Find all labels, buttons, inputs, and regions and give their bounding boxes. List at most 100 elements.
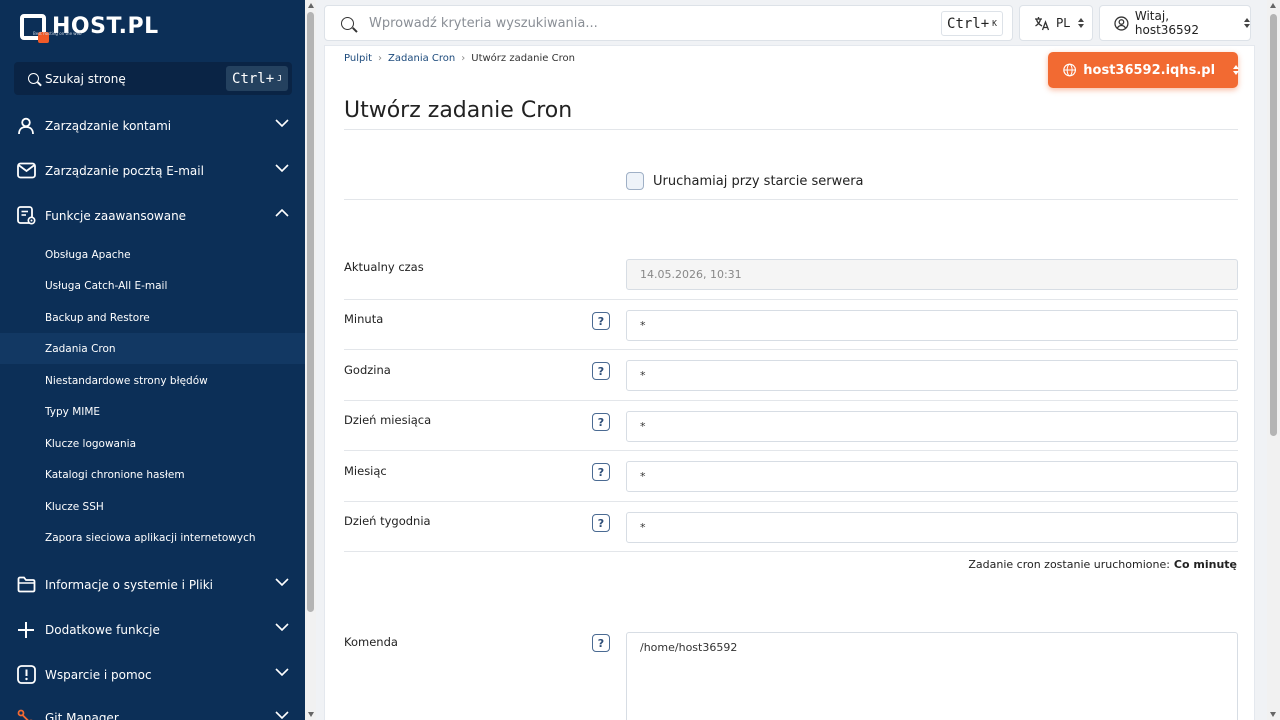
sidebar-item-catch-all[interactable]: Usługa Catch-All E-mail <box>0 270 305 301</box>
hour-help-icon[interactable]: ? <box>592 362 610 380</box>
scroll-up-arrow-icon[interactable] <box>308 3 314 8</box>
sidebar-section-git[interactable]: Git Manager <box>0 695 305 720</box>
divider <box>344 349 1238 350</box>
month-input[interactable] <box>626 461 1238 492</box>
cron-run-info-value: Co minutę <box>1173 558 1237 571</box>
day-of-month-input[interactable] <box>626 411 1238 442</box>
chevron-right-icon: › <box>378 53 383 64</box>
global-search-input[interactable] <box>369 15 909 31</box>
chevron-down-icon <box>275 623 289 631</box>
git-icon <box>16 708 36 720</box>
advanced-settings-icon <box>16 206 36 226</box>
sidebar-section-extra[interactable]: Dodatkowe funkcje <box>0 607 305 652</box>
language-selector[interactable]: PL <box>1019 5 1093 41</box>
scroll-down-arrow-icon[interactable] <box>1270 712 1276 717</box>
breadcrumb-link-cron[interactable]: Zadania Cron <box>388 53 455 64</box>
sidebar-item-waf[interactable]: Zapora sieciowa aplikacji internetowych <box>0 522 305 553</box>
user-greeting: Witaj, host36592 <box>1134 9 1199 37</box>
chevron-up-icon <box>275 209 289 217</box>
sidebar-section-system-files[interactable]: Informacje o systemie i Pliki <box>0 562 305 607</box>
sidebar-section-accounts[interactable]: Zarządzanie kontami <box>0 103 305 148</box>
command-input[interactable]: /home/host36592 <box>626 632 1238 720</box>
sidebar-item-backup[interactable]: Backup and Restore <box>0 302 305 333</box>
month-help-icon[interactable]: ? <box>592 463 610 481</box>
current-time-field <box>626 259 1238 290</box>
sidebar-section-email[interactable]: Zarządzanie pocztą E-mail <box>0 148 305 193</box>
sidebar-search[interactable]: Szukaj stronę Ctrl+ J <box>14 62 292 95</box>
sidebar-item-mime[interactable]: Typy MIME <box>0 396 305 427</box>
search-icon <box>28 73 39 84</box>
startup-checkbox[interactable] <box>626 172 644 190</box>
startup-checkbox-label: Uruchamiaj przy starcie serwera <box>653 173 864 189</box>
day-of-week-input[interactable] <box>626 512 1238 543</box>
plus-icon <box>16 620 36 640</box>
month-label: Miesiąc <box>344 464 387 478</box>
sidebar-section-label: Zarządzanie kontami <box>45 118 172 133</box>
global-search[interactable]: Ctrl+K <box>324 5 1013 41</box>
minute-label: Minuta <box>344 312 384 326</box>
globe-icon <box>1063 63 1077 77</box>
divider <box>344 400 1238 401</box>
sidebar-search-shortcut: Ctrl+ J <box>226 66 288 91</box>
chevron-down-icon <box>275 119 289 127</box>
sidebar-section-label: Funkcje zaawansowane <box>45 208 187 223</box>
sidebar-item-apache[interactable]: Obsługa Apache <box>0 239 305 270</box>
divider <box>344 299 1238 300</box>
chevron-right-icon: › <box>461 53 466 64</box>
scroll-down-arrow-icon[interactable] <box>308 712 314 717</box>
user-circle-icon <box>1114 15 1129 31</box>
sidebar-scroll-thumb[interactable] <box>307 12 314 612</box>
sidebar-section-label: Git Manager <box>45 710 119 720</box>
sidebar-search-label: Szukaj stronę <box>45 71 126 86</box>
day-of-week-label: Dzień tygodnia <box>344 514 431 528</box>
global-search-shortcut: Ctrl+ K <box>941 11 1003 36</box>
translate-icon <box>1035 16 1050 30</box>
sidebar-item-login-keys[interactable]: Klucze logowania <box>0 428 305 459</box>
user-menu[interactable]: Witaj, host36592 <box>1099 5 1251 41</box>
language-label: PL <box>1056 16 1070 30</box>
host-selector-label: host36592.iqhs.pl <box>1083 62 1216 78</box>
page-scrollbar[interactable] <box>1267 0 1280 720</box>
chevron-down-icon <box>275 164 289 172</box>
brand-logo[interactable]: HOST.PL <box>20 12 159 43</box>
divider <box>344 501 1238 502</box>
sidebar-scrollbar[interactable] <box>305 0 316 720</box>
updown-chevron-icon <box>1233 65 1239 75</box>
sidebar-section-support[interactable]: Wsparcie i pomoc <box>0 652 305 697</box>
updown-chevron-icon <box>1244 18 1250 28</box>
day-of-month-label: Dzień miesiąca <box>344 413 432 427</box>
sidebar-item-cron[interactable]: Zadania Cron <box>0 333 305 364</box>
day-of-month-help-icon[interactable]: ? <box>592 413 610 431</box>
folder-icon <box>16 575 36 595</box>
minute-input[interactable] <box>626 310 1238 341</box>
sidebar-item-error-pages[interactable]: Niestandardowe strony błędów <box>0 365 305 396</box>
breadcrumb-link-dashboard[interactable]: Pulpit <box>344 53 372 64</box>
brand-tagline: Best hosting on the web <box>33 31 82 36</box>
divider <box>344 129 1238 130</box>
day-of-week-help-icon[interactable]: ? <box>592 514 610 532</box>
mail-icon <box>16 161 36 181</box>
sidebar-section-label: Informacje o systemie i Pliki <box>45 577 214 592</box>
breadcrumb-current: Utwórz zadanie Cron <box>471 53 575 64</box>
sidebar-section-label: Dodatkowe funkcje <box>45 622 160 637</box>
startup-checkbox-row[interactable]: Uruchamiaj przy starcie serwera <box>626 172 864 190</box>
minute-help-icon[interactable]: ? <box>592 312 610 330</box>
sidebar-item-protected-dirs[interactable]: Katalogi chronione hasłem <box>0 459 305 490</box>
page-scroll-thumb[interactable] <box>1270 14 1277 436</box>
breadcrumb: Pulpit › Zadania Cron › Utwórz zadanie C… <box>344 53 575 64</box>
sidebar-section-advanced[interactable]: Funkcje zaawansowane <box>0 193 305 238</box>
alert-icon <box>16 665 36 685</box>
chevron-down-icon <box>275 578 289 586</box>
current-time-label: Aktualny czas <box>344 260 424 274</box>
sidebar-section-label: Zarządzanie pocztą E-mail <box>45 163 204 178</box>
user-icon <box>16 116 36 136</box>
command-help-icon[interactable]: ? <box>592 634 610 652</box>
logo-mark-icon <box>20 14 49 43</box>
main-content: Pulpit › Zadania Cron › Utwórz zadanie C… <box>324 45 1255 720</box>
sidebar-item-ssh-keys[interactable]: Klucze SSH <box>0 491 305 522</box>
hour-input[interactable] <box>626 360 1238 391</box>
sidebar-section-label: Wsparcie i pomoc <box>45 667 152 682</box>
scroll-up-arrow-icon[interactable] <box>1270 3 1276 8</box>
host-selector-button[interactable]: host36592.iqhs.pl <box>1048 52 1239 88</box>
divider <box>344 450 1238 451</box>
